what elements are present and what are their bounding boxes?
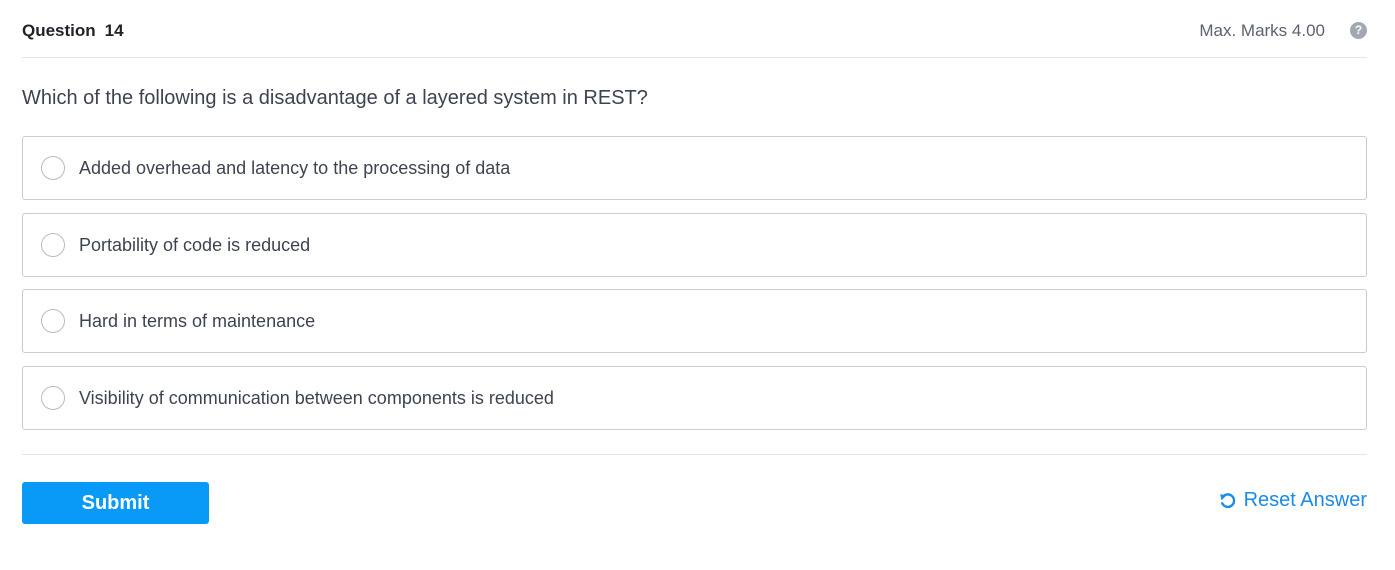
answer-option-4[interactable]: Visibility of communication between comp… <box>22 365 1367 430</box>
radio-button[interactable] <box>41 232 65 257</box>
answer-option-1[interactable]: Added overhead and latency to the proces… <box>22 136 1367 200</box>
undo-icon <box>1219 492 1237 510</box>
reset-answer-button[interactable]: Reset Answer <box>1219 489 1367 512</box>
question-number: 14 <box>104 21 124 40</box>
question-label: Question 14 <box>22 21 124 41</box>
answer-option-label: Portability of code is reduced <box>79 234 311 255</box>
answer-option-label: Hard in terms of maintenance <box>79 311 316 331</box>
answer-option-label: Visibility of communication between comp… <box>79 387 554 408</box>
question-circle-icon[interactable]: ? <box>1350 22 1367 39</box>
max-marks: Max. Marks 4.00 <box>1199 21 1325 40</box>
footer-divider <box>22 454 1367 455</box>
answer-option-3[interactable]: Hard in terms of maintenance <box>22 289 1367 353</box>
reset-answer-label: Reset Answer <box>1243 489 1367 511</box>
question-header: Question 14 Max. Marks 4.00 ? <box>22 0 1367 58</box>
answer-option-2[interactable]: Portability of code is reduced <box>22 212 1367 277</box>
question-text: Which of the following is a disadvantage… <box>22 87 648 109</box>
question-label-text: Question <box>22 21 96 40</box>
radio-button[interactable] <box>41 156 65 180</box>
radio-button[interactable] <box>41 385 65 410</box>
radio-button[interactable] <box>41 309 65 333</box>
answer-option-label: Added overhead and latency to the proces… <box>79 158 511 178</box>
answer-options: Added overhead and latency to the proces… <box>22 136 1367 442</box>
submit-button[interactable]: Submit <box>22 482 209 524</box>
